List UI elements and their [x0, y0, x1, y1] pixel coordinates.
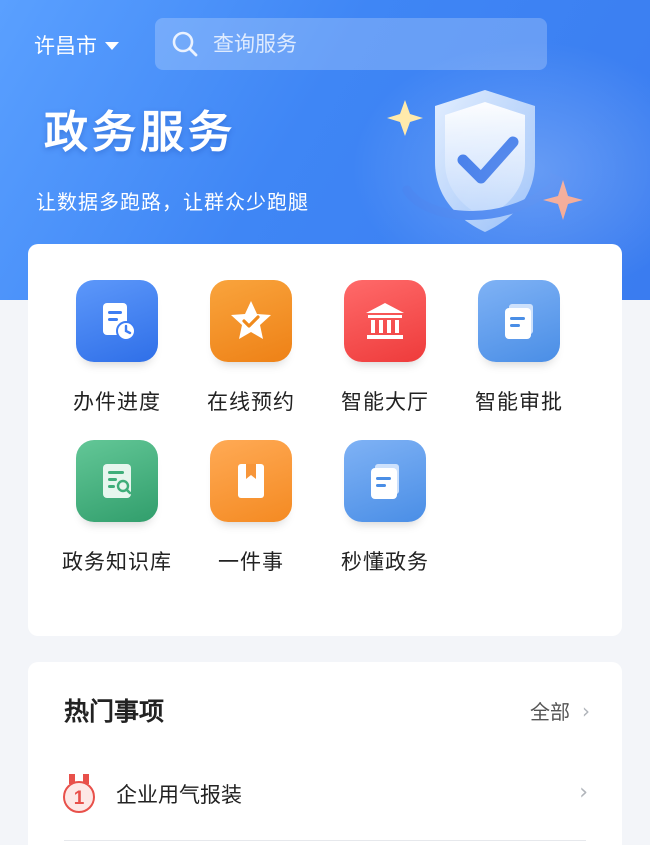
bookmark-book-icon: [210, 440, 292, 522]
search-input[interactable]: [213, 32, 513, 56]
document-clock-icon: [76, 280, 158, 362]
hot-items-card: 热门事项 全部 › 1 企业用气报装 ›: [28, 662, 622, 845]
chevron-right-icon: ›: [582, 698, 590, 723]
page-title: 政务服务: [44, 107, 236, 158]
star-check-icon: [210, 280, 292, 362]
hot-item-label: 企业用气报装: [116, 783, 242, 807]
service-label: 智能大厅: [341, 390, 429, 414]
caret-down-icon: [105, 42, 119, 50]
view-all-label: 全部: [530, 700, 570, 724]
rank-number: 1: [74, 788, 85, 809]
service-label: 在线预约: [207, 390, 295, 414]
rank-medal-icon: 1: [63, 774, 95, 813]
page-subtitle: 让数据多跑路，让群众少跑腿: [36, 190, 309, 214]
city-label: 许昌市: [34, 34, 97, 58]
hot-item[interactable]: 1 企业用气报装 ›: [62, 766, 588, 822]
service-label: 智能审批: [475, 390, 563, 414]
service-gov-explained[interactable]: 秒懂政务: [318, 440, 452, 576]
service-label: 政务知识库: [62, 550, 172, 574]
search-icon: [172, 31, 198, 57]
service-progress[interactable]: 办件进度: [50, 280, 184, 416]
view-all-link[interactable]: 全部 ›: [530, 696, 590, 725]
service-one-thing[interactable]: 一件事: [184, 440, 318, 576]
section-title: 热门事项: [64, 697, 165, 726]
service-knowledge-base[interactable]: 政务知识库: [50, 440, 184, 576]
services-card: 办件进度 在线预约 智能大厅 智能审批 政务知识库 一件事 秒懂政务: [28, 244, 622, 636]
search-bar[interactable]: [155, 18, 547, 70]
service-label: 一件事: [218, 550, 284, 574]
divider: [64, 840, 586, 841]
document-stack-icon: [344, 440, 426, 522]
service-booking[interactable]: 在线预约: [184, 280, 318, 416]
service-smart-hall[interactable]: 智能大厅: [318, 280, 452, 416]
bank-building-icon: [344, 280, 426, 362]
city-selector[interactable]: 许昌市: [34, 28, 119, 62]
document-search-icon: [76, 440, 158, 522]
service-label: 办件进度: [73, 390, 161, 414]
chevron-right-icon: ›: [579, 780, 588, 805]
shield-check-illustration: [387, 90, 583, 232]
service-label: 秒懂政务: [341, 550, 429, 574]
document-icon: [478, 280, 560, 362]
service-smart-approval[interactable]: 智能审批: [452, 280, 586, 416]
